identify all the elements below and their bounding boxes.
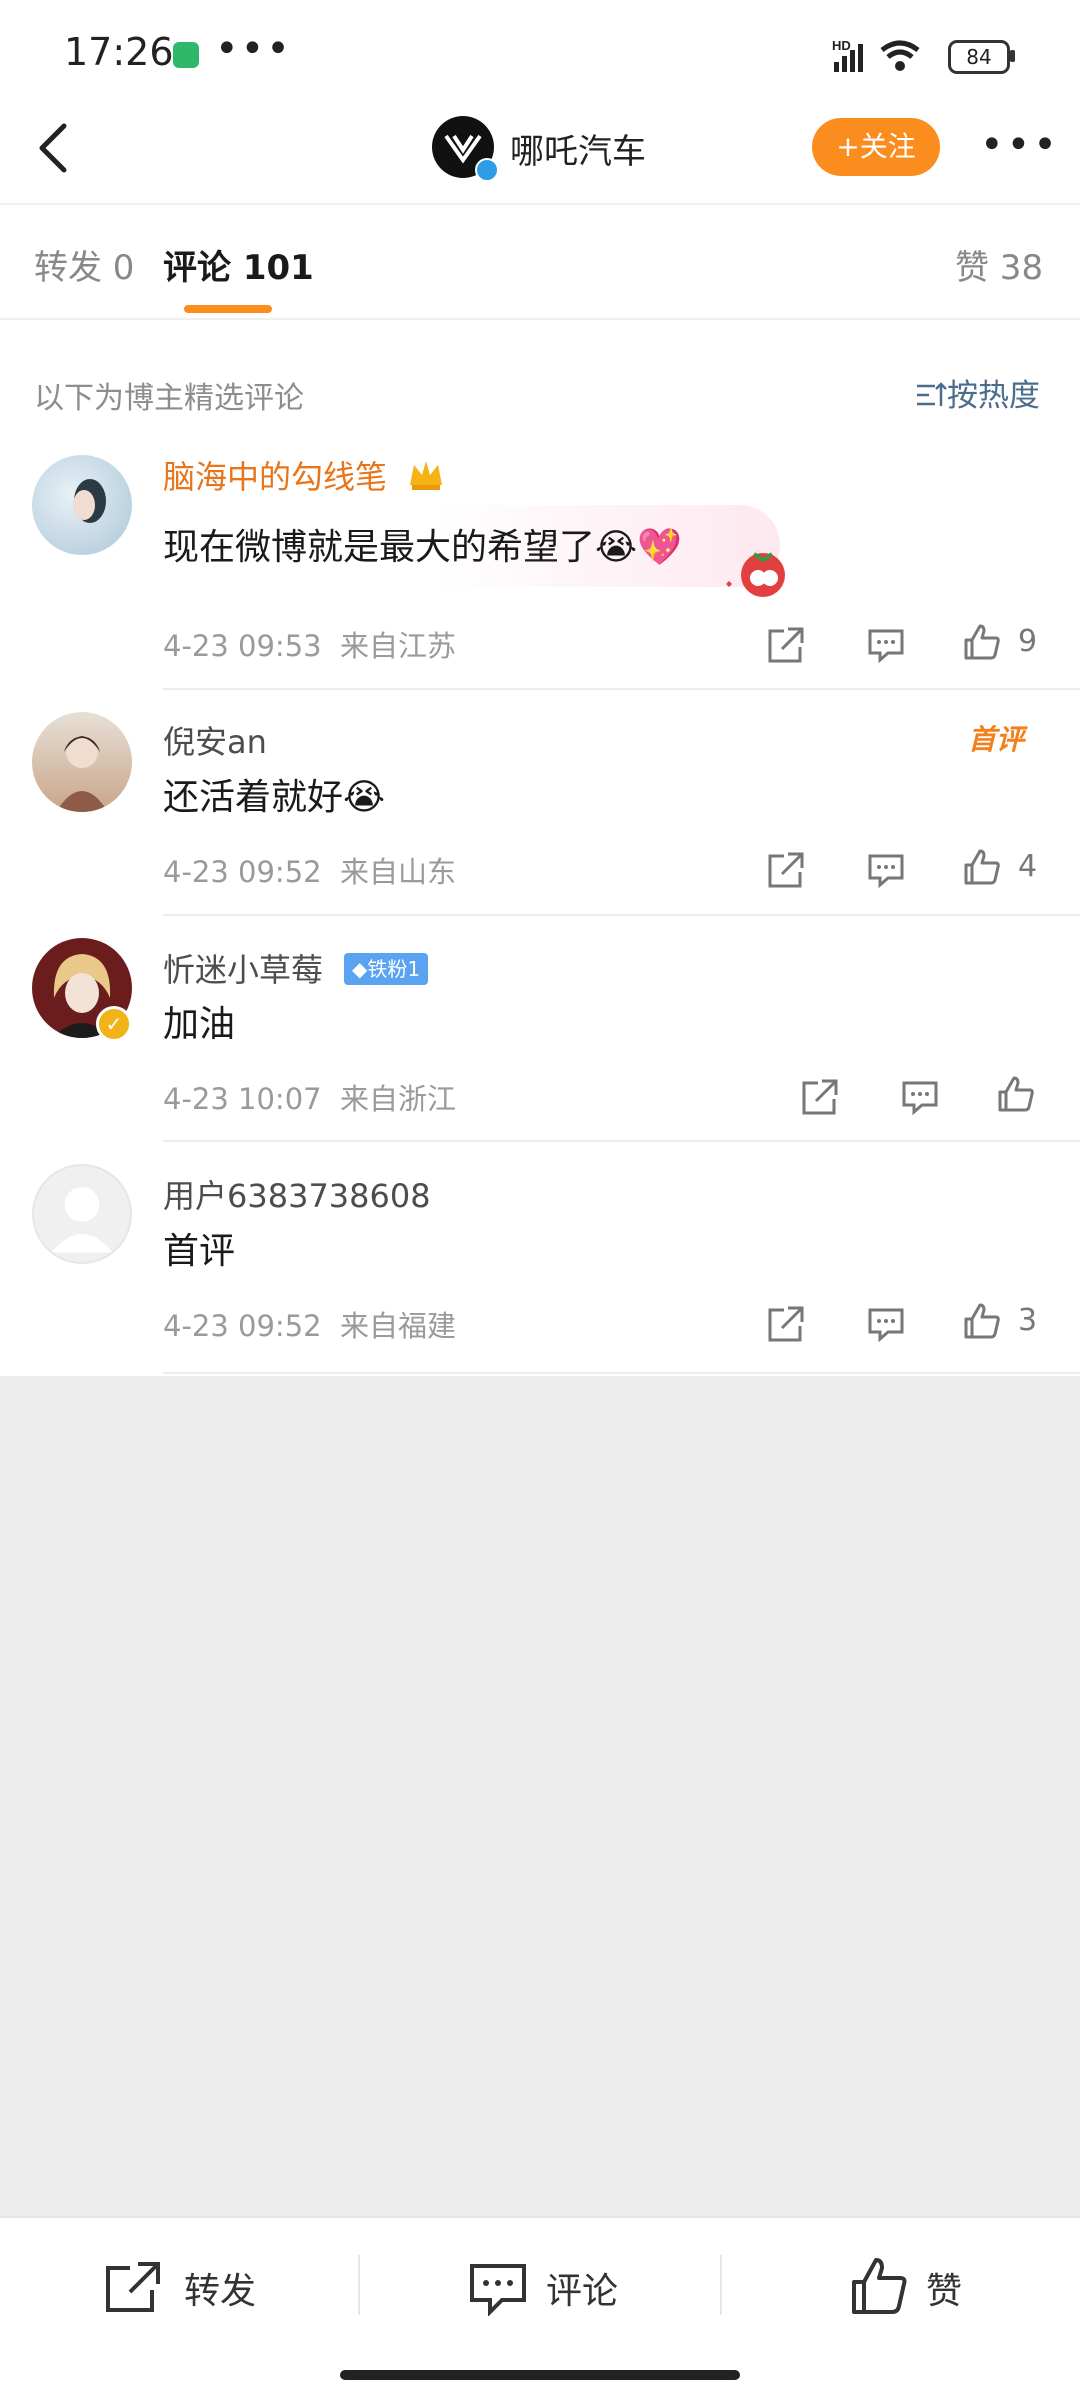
comment-time: 4-23 09:52 (163, 855, 322, 889)
default-user-icon (51, 1187, 113, 1253)
battery-indicator: 84 (948, 40, 1010, 74)
avatar[interactable] (32, 712, 132, 812)
tabs-divider (0, 318, 1080, 320)
reply-icon[interactable] (866, 1304, 906, 1344)
share-icon[interactable] (800, 1077, 840, 1117)
follow-button[interactable]: +关注 (812, 118, 940, 176)
default-avatar[interactable] (32, 1164, 132, 1264)
comment-divider (163, 1372, 1080, 1374)
bottom-divider (358, 2255, 360, 2315)
account-name[interactable]: 哪吒汽车 (510, 124, 646, 173)
signal-wifi-icon: HD (832, 38, 920, 72)
fan-level-label: 铁粉1 (367, 957, 421, 981)
like-count: 9 (1018, 624, 1038, 659)
comment-time: 4-23 09:52 (163, 1309, 322, 1343)
like-count: 3 (1018, 1303, 1038, 1338)
like-thumb-icon[interactable] (850, 2256, 910, 2316)
avatar-figure (56, 736, 108, 812)
app-notification-icon (173, 42, 199, 68)
comment-meta: 4-23 09:52 来自山东 (163, 849, 456, 891)
comment-button[interactable]: 评论 (546, 2262, 618, 2314)
crown-icon (410, 461, 442, 490)
comment-location: 来自山东 (340, 855, 457, 889)
bottom-divider (720, 2255, 722, 2315)
comment-meta: 4-23 10:07 来自浙江 (163, 1076, 456, 1118)
comment-text: 加油 (163, 1004, 236, 1045)
comment-meta: 4-23 09:53 来自江苏 (163, 623, 456, 665)
comment-time: 4-23 09:53 (163, 629, 322, 663)
like-count: 4 (1018, 849, 1038, 884)
comment-username[interactable]: 倪安an (163, 717, 267, 763)
comment-location: 来自江苏 (340, 629, 457, 663)
comment-location: 来自浙江 (340, 1082, 457, 1116)
back-arrow-icon[interactable] (30, 118, 80, 178)
comment-meta: 4-23 09:52 来自福建 (163, 1303, 456, 1345)
share-icon[interactable] (766, 625, 806, 665)
like-button[interactable]: 赞 (926, 2262, 962, 2314)
like-icon[interactable] (996, 1074, 1036, 1114)
sort-icon (917, 382, 947, 406)
like-icon[interactable] (962, 622, 1002, 662)
battery-tip (1010, 50, 1015, 62)
comment-username[interactable]: 用户6383738608 (163, 1171, 431, 1217)
tomato-sticker-icon (726, 552, 785, 597)
fan-level-badge: ◆铁粉1 (344, 953, 429, 985)
avatar-figure (73, 479, 106, 523)
status-time: 17:26 (64, 30, 174, 74)
like-icon[interactable] (962, 847, 1002, 887)
comment-username[interactable]: 脑海中的勾线笔 (163, 452, 387, 498)
reply-icon[interactable] (866, 850, 906, 890)
like-icon[interactable] (962, 1301, 1002, 1341)
home-indicator (340, 2370, 740, 2380)
avatar[interactable] (32, 455, 132, 555)
tab-likes[interactable]: 赞 38 (955, 240, 1043, 289)
share-icon[interactable] (766, 850, 806, 890)
comment-divider (163, 1140, 1080, 1142)
first-comment-badge: 首评 (968, 723, 1025, 756)
comment-time: 4-23 10:07 (163, 1082, 322, 1116)
comment-text: 现在微博就是最大的希望了😭💖 (163, 527, 682, 568)
comment-username[interactable]: 忻迷小草莓 (163, 945, 323, 991)
tab-repost[interactable]: 转发 0 (34, 240, 134, 289)
reply-icon[interactable] (900, 1077, 940, 1117)
repost-button[interactable]: 转发 (184, 2262, 256, 2314)
selected-comments-note: 以下为博主精选评论 (34, 381, 304, 416)
more-notifications-icon: ••• (215, 26, 292, 72)
header-divider (0, 203, 1080, 205)
share-icon[interactable] (766, 1304, 806, 1344)
network-type-label: HD (832, 38, 851, 53)
more-options-icon[interactable]: ••• (980, 122, 1060, 168)
repost-icon[interactable] (104, 2260, 164, 2314)
verified-badge-icon: ✓ (96, 1006, 132, 1042)
sort-by-hot-button[interactable]: 按热度 (915, 370, 1040, 415)
comment-location: 来自福建 (340, 1309, 457, 1343)
tab-comments[interactable]: 评论 101 (163, 240, 314, 289)
comment-divider (163, 688, 1080, 690)
comment-text: 还活着就好😭 (163, 777, 386, 818)
empty-content-area (0, 1376, 1080, 2216)
active-tab-indicator (184, 305, 272, 313)
sort-label: 按热度 (947, 378, 1040, 414)
comment-divider (163, 914, 1080, 916)
verified-badge-icon (475, 158, 499, 182)
comment-icon[interactable] (468, 2260, 528, 2316)
comment-text: 首评 (163, 1231, 236, 1272)
reply-icon[interactable] (866, 625, 906, 665)
